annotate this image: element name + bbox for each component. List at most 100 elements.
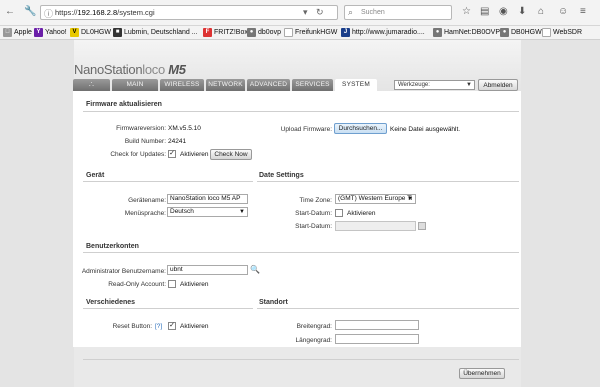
smiley-icon[interactable]: ☺ <box>558 6 568 17</box>
reader-icon[interactable]: ▾ <box>303 7 308 18</box>
fritz-icon: F <box>203 28 212 37</box>
url-text: https://192.168.2.8/system.cgi <box>55 8 155 17</box>
tab-network[interactable]: NETWORK <box>206 79 245 91</box>
download-icon[interactable]: ⬇ <box>518 6 526 17</box>
admin-username-label: Administrator Benutzername: <box>81 268 166 275</box>
bookmark-db0hgw[interactable]: ● DB0HGW <box>500 28 542 37</box>
divider <box>83 359 519 360</box>
timezone-label: Time Zone: <box>299 197 332 204</box>
device-name-field[interactable]: NanoStation loco M5 AP <box>167 194 248 204</box>
cat-icon: ● <box>247 28 256 37</box>
bookmark-dl0hgw[interactable]: V DL0HGW <box>70 28 111 37</box>
home-icon[interactable]: ⌂ <box>538 6 544 17</box>
timezone-select[interactable]: (GMT) Western Europe Ti ▼ <box>335 194 416 204</box>
wrench-icon[interactable]: 🔧 <box>24 6 36 17</box>
tab-advanced[interactable]: ADVANCED <box>247 79 290 91</box>
bookmarks-icon[interactable]: ▤ <box>480 6 489 17</box>
bookmark-fritzbox[interactable]: F FRITZ!Box <box>203 28 248 37</box>
shield-icon[interactable]: ◉ <box>499 6 508 17</box>
readonly-account-label: Read-Only Account: <box>108 281 166 288</box>
bookmark-db0ovp[interactable]: ● db0ovp <box>247 28 281 37</box>
key-search-icon[interactable]: 🔍 <box>250 265 260 274</box>
bookmark-yahoo[interactable]: Y Yahoo! <box>34 28 67 37</box>
reset-button-label: Reset Button: <box>112 323 152 330</box>
bookmark-jumaradio[interactable]: Jhttp://www.jumaradio.... <box>341 28 425 37</box>
reload-icon[interactable]: ↻ <box>316 7 324 18</box>
page-icon <box>284 28 293 37</box>
help-link[interactable]: [?] <box>155 323 162 330</box>
chevron-down-icon: ▼ <box>466 82 472 88</box>
admin-username-field[interactable]: ubnt <box>167 265 248 275</box>
apple-icon:  <box>3 28 12 37</box>
bookmark-lubmin[interactable]: ■ Lubmin, Deutschland ... <box>113 28 198 37</box>
browse-button[interactable]: Durchsuchen... <box>334 123 387 134</box>
apply-button[interactable]: Übernehmen <box>459 368 505 379</box>
check-updates-checkbox[interactable]: ✓ <box>168 150 176 158</box>
tab-main[interactable]: MAIN <box>112 79 158 91</box>
section-title-device: Gerät <box>86 172 105 179</box>
tools-select[interactable]: Werkzeuge: ▼ <box>394 80 475 90</box>
bookmark-hamnet[interactable]: ● HamNet:DB0OVP <box>433 28 500 37</box>
search-icon: ⌕ <box>348 7 354 17</box>
start-date-field[interactable] <box>335 221 416 231</box>
reset-button-text: Aktivieren <box>180 323 209 330</box>
menu-icon[interactable]: ≡ <box>580 6 586 17</box>
firmware-version-value: XM.v5.5.10 <box>168 125 201 132</box>
menu-language-label: Menüsprache: <box>124 210 166 217</box>
bookmark-websdr[interactable]: WebSDR <box>542 28 582 37</box>
divider <box>83 308 253 309</box>
readonly-account-checkbox[interactable] <box>168 280 176 288</box>
back-arrow-icon[interactable]: ← <box>5 6 15 17</box>
ubnt-logo-icon: ∴ <box>88 80 95 89</box>
build-number-value: 24241 <box>168 138 187 145</box>
page-margin-right <box>521 40 600 387</box>
browser-toolbar: ← 🔧 ⓘ https://192.168.2.8/system.cgi ▾ ↻… <box>0 0 600 26</box>
divider <box>83 111 519 112</box>
weather-icon: ■ <box>113 28 122 37</box>
search-box[interactable]: ⌕ Suchen <box>344 5 452 20</box>
section-title-date: Date Settings <box>259 172 304 179</box>
divider <box>257 308 519 309</box>
page-icon <box>542 28 551 37</box>
chevron-down-icon: ▼ <box>239 209 245 215</box>
bookmarks-bar: Apple YYahoo! VDL0HGW ■Lubmin, Deutschl… <box>0 26 600 40</box>
bookmark-apple[interactable]: Apple <box>3 28 32 37</box>
divider <box>83 181 253 182</box>
start-date-checkbox[interactable] <box>335 209 343 217</box>
upload-firmware-label: Upload Firmware: <box>280 126 332 133</box>
menu-language-select[interactable]: Deutsch ▼ <box>167 207 248 217</box>
page-margin-left <box>0 40 74 387</box>
start-date-check-text: Aktivieren <box>347 210 376 217</box>
address-bar[interactable]: ⓘ https://192.168.2.8/system.cgi ▾ ↻ <box>40 5 338 20</box>
lock-icon: ⓘ <box>44 9 54 19</box>
section-title-misc: Verschiedenes <box>86 299 136 306</box>
readonly-account-text: Aktivieren <box>180 281 209 288</box>
logout-button[interactable]: Abmelden <box>478 79 518 91</box>
star-icon[interactable]: ☆ <box>462 6 471 17</box>
section-title-location: Standort <box>259 299 288 306</box>
device-model: NanoStationloco M5 <box>74 62 186 77</box>
reset-button-checkbox[interactable]: ✓ <box>168 322 176 330</box>
tab-wireless[interactable]: WIRELESS <box>160 79 204 91</box>
check-updates-text: Aktivieren <box>180 151 209 158</box>
latitude-field[interactable] <box>335 320 419 330</box>
tab-services[interactable]: SERVICES <box>292 79 333 91</box>
section-title-accounts: Benutzerkonten <box>86 243 139 250</box>
yahoo-icon: Y <box>34 28 43 37</box>
latitude-label: Breitengrad: <box>296 323 332 330</box>
divider <box>257 181 519 182</box>
section-title-firmware: Firmware aktualisieren <box>86 101 162 108</box>
firmware-version-label: Firmwareversion: <box>116 125 166 132</box>
calendar-icon[interactable] <box>418 222 426 230</box>
search-placeholder: Suchen <box>361 9 385 16</box>
build-number-label: Build Number: <box>124 138 166 145</box>
check-updates-label: Check for Updates: <box>110 151 166 158</box>
longitude-field[interactable] <box>335 334 419 344</box>
bookmark-freifunk[interactable]: FreifunkHGW <box>284 28 337 37</box>
tab-ubnt[interactable]: ∴ <box>73 79 110 91</box>
start-date-label: Start-Datum: <box>295 210 332 217</box>
divider <box>83 252 519 253</box>
check-now-button[interactable]: Check Now <box>210 149 252 160</box>
start-date-2-label: Start-Datum: <box>295 223 332 230</box>
cat-icon: ● <box>500 28 509 37</box>
